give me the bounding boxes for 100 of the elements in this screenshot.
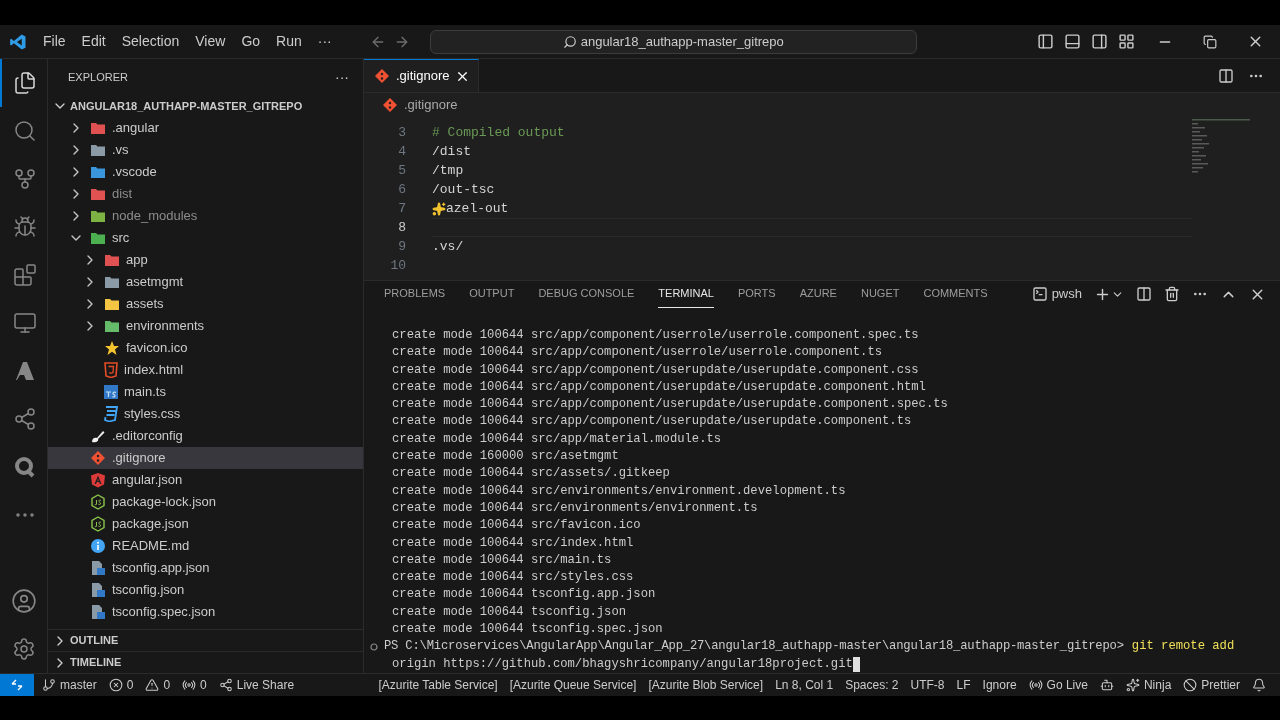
restore-icon[interactable] [1203,34,1217,49]
git-icon [90,450,106,466]
terminal-line: create mode 100644 src/app/component/userrole/userrole.component.ts [392,345,883,360]
file-tree-item[interactable]: .editorconfig [48,425,363,447]
nodejs-icon [90,516,106,532]
file-name: tsconfig.json [112,581,185,600]
terminal-line: create mode 100644 tsconfig.json [392,604,627,619]
toggle-sidebar-icon[interactable] [1037,33,1054,50]
share-icon [218,678,233,692]
file-tree-item[interactable]: .gitignore [48,447,363,469]
panel-tab[interactable]: COMMENTS [923,280,988,308]
status-bar-item[interactable]: 0 [139,676,177,694]
file-tree-item[interactable]: angular.json [48,469,363,491]
terminal-line: create mode 100644 src/index.html [392,535,634,550]
file-tree-item[interactable]: .vscode [48,161,363,183]
panel-tab[interactable]: AZURE [799,280,837,308]
status-bar-item[interactable]: [Azurite Blob Service] [642,676,770,694]
file-name: package-lock.json [112,493,217,512]
status-bar-item[interactable]: Ignore [976,676,1023,694]
file-tree-item[interactable]: favicon.ico [48,337,363,359]
project-root-header[interactable]: ANGULAR18_AUTHAPP-MASTER_GITREPO [48,95,363,117]
css-file-icon [104,406,118,422]
menu-item[interactable]: File [35,28,74,55]
menu-item[interactable]: View [187,28,234,55]
file-tree-item[interactable]: index.html [48,359,363,381]
layout-icon[interactable] [1118,33,1135,50]
code-line: /dist [432,142,471,161]
remote-indicator[interactable] [0,674,34,696]
panel-tab[interactable]: PORTS [737,280,776,308]
toggle-panel-icon[interactable] [1064,33,1081,50]
command-center-search[interactable]: angular18_authapp-master_gitrepo [429,29,917,54]
file-tree-item[interactable]: package.json [48,513,363,535]
terminal-line: create mode 100644 src/assets/.gitkeep [392,466,670,481]
split-editor-icon[interactable] [1218,67,1234,84]
broadcast-icon [1028,678,1043,692]
section-header[interactable]: OUTLINE [48,629,363,651]
menu-item[interactable]: Selection [113,28,188,55]
status-bar-item[interactable]: Prettier [1177,676,1246,694]
file-tree-item[interactable]: app [48,249,363,271]
menu-item[interactable]: Run [268,28,310,55]
file-tree-item[interactable]: environments [48,315,363,337]
search-text: angular18_authapp-master_gitrepo [580,32,784,51]
settings-icon[interactable] [12,637,36,661]
file-tree-item[interactable]: .angular [48,117,363,139]
status-bar-item[interactable]: 0 [176,676,213,694]
line-number: 3 [397,123,406,142]
status-bar-item[interactable]: Ln 8, Col 1 [769,676,840,694]
more-menu[interactable]: ··· [309,31,340,52]
file-tree-item[interactable]: dist [48,183,363,205]
toggle-secondary-sidebar-icon[interactable] [1091,33,1108,50]
status-bar-item[interactable]: UTF-8 [904,676,951,694]
file-tree-item[interactable]: src [48,227,363,249]
file-tree-item[interactable]: .vs [48,139,363,161]
menu-item[interactable]: Go [233,28,269,55]
file-tree-item[interactable]: tsconfig.json [48,579,363,601]
terminal-profile[interactable]: pwsh [1031,284,1082,304]
editor-tab[interactable]: .gitignore [364,59,480,92]
status-bar-item[interactable]: Ninja [1119,676,1178,694]
status-bar-item[interactable]: [Azurite Table Service] [372,676,504,694]
git-icon [374,68,390,84]
sparkle-icon[interactable] [432,201,446,216]
file-tree-item[interactable]: tsconfig.spec.json [48,601,363,623]
file-tree-item[interactable]: tsconfig.app.json [48,557,363,579]
panel-tab[interactable]: TERMINAL [658,280,714,308]
status-bar-item[interactable]: 0 [102,676,140,694]
bell-icon [1252,678,1266,692]
split-terminal-icon[interactable] [1136,286,1152,302]
terminal-line: origin https://github.com/bhagyshricompany/angular18project.git [392,655,853,673]
file-name: app [126,251,148,270]
status-bar-item[interactable]: Live Share [212,676,301,694]
file-tree-item[interactable]: assets [48,293,363,315]
panel-tab[interactable]: PROBLEMS [384,280,446,308]
breadcrumb[interactable]: .gitignore [404,95,458,115]
panel-tab[interactable]: NUGET [860,280,900,308]
panel-tab[interactable]: OUTPUT [469,280,515,308]
html-file-icon [104,362,118,378]
status-bar-item[interactable]: Spaces: 2 [839,676,905,694]
file-tree-item[interactable]: node_modules [48,205,363,227]
line-number: 7 [397,199,406,218]
status-bar-item[interactable]: [Azurite Queue Service] [503,676,643,694]
file-name: main.ts [124,383,166,402]
sidebar-title: EXPLORER [68,69,128,85]
trash-icon[interactable] [1164,286,1180,302]
warning-icon [145,678,160,692]
file-name: asetmgmt [126,273,184,292]
file-tree-item[interactable]: main.ts [48,381,363,403]
status-bar-item[interactable]: Go Live [1022,676,1094,694]
menu-item[interactable]: Edit [73,28,114,55]
status-bar-item[interactable]: LF [950,676,977,694]
file-tree-item[interactable]: asetmgmt [48,271,363,293]
branch-icon [42,678,56,692]
more-actions[interactable]: ··· [335,66,349,88]
panel-tab[interactable]: DEBUG CONSOLE [538,280,635,308]
terminal-line: create mode 100644 tsconfig.spec.json [392,622,663,637]
status-bar-item[interactable]: master [36,676,103,694]
file-tree-item[interactable]: package-lock.json [48,491,363,513]
account-icon[interactable] [11,588,37,614]
file-tree-item[interactable]: styles.css [48,403,363,425]
file-tree-item[interactable]: README.md [48,535,363,557]
config-file-icon [90,560,106,576]
